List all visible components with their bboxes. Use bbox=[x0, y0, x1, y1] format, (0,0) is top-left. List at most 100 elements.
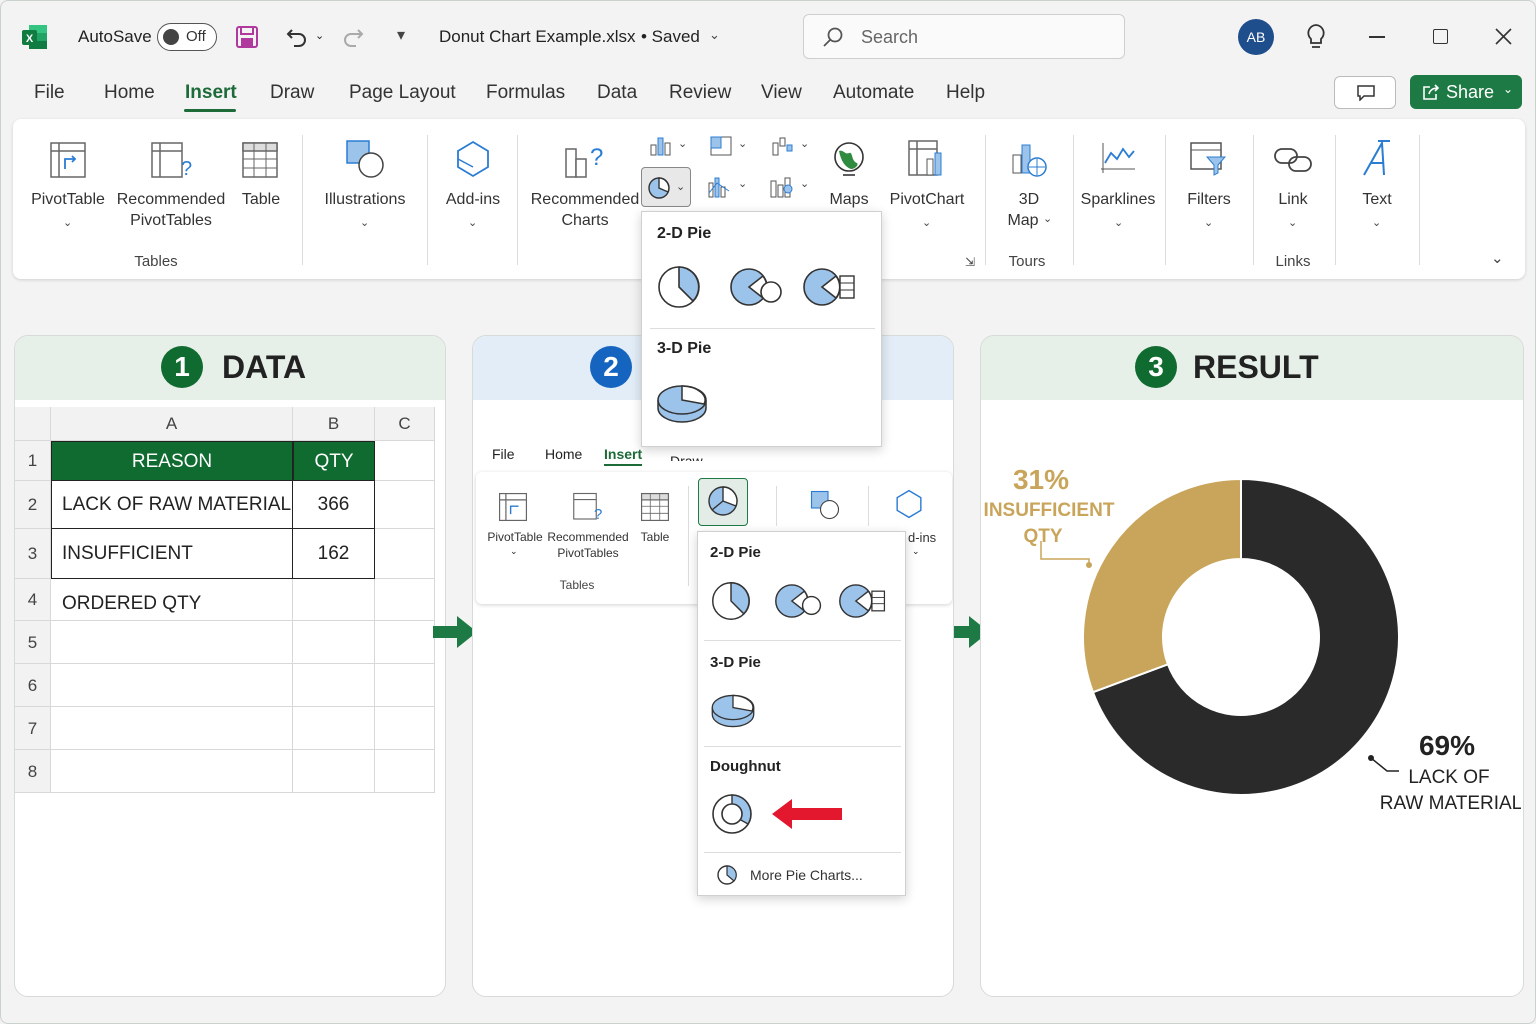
maps-icon[interactable] bbox=[831, 139, 867, 179]
row-header[interactable]: 8 bbox=[15, 750, 51, 793]
grid-cell[interactable] bbox=[375, 529, 435, 579]
pivotchart-chevron-icon[interactable]: ⌄ bbox=[922, 216, 931, 229]
combo-chart-chevron-icon[interactable]: ⌄ bbox=[800, 177, 809, 190]
filters-label[interactable]: Filters bbox=[1179, 191, 1239, 209]
grid-cell[interactable] bbox=[375, 481, 435, 529]
link-label[interactable]: Link bbox=[1269, 191, 1317, 209]
addins-icon[interactable] bbox=[894, 488, 924, 520]
grid-cell[interactable] bbox=[293, 750, 375, 793]
grid-cell[interactable] bbox=[375, 441, 435, 481]
grid-cell[interactable] bbox=[375, 750, 435, 793]
pivottable-label[interactable]: PivotTable bbox=[27, 191, 109, 209]
column-header-b[interactable]: B bbox=[293, 407, 375, 441]
minimize-icon[interactable] bbox=[1369, 36, 1385, 38]
tab-help[interactable]: Help bbox=[946, 82, 985, 104]
text-chevron-icon[interactable]: ⌄ bbox=[1372, 216, 1381, 229]
addins-chevron-icon[interactable]: ⌄ bbox=[468, 216, 477, 229]
charts-dialog-launcher-icon[interactable]: ⇲ bbox=[965, 255, 975, 269]
recommended-pivottables-label-2[interactable]: PivotTables bbox=[113, 212, 229, 230]
select-all-corner[interactable] bbox=[15, 407, 51, 441]
lightbulb-icon[interactable] bbox=[1304, 23, 1328, 51]
3d-map-label-1[interactable]: 3D bbox=[1005, 191, 1053, 209]
grid-cell[interactable] bbox=[51, 579, 293, 621]
header-cell-reason[interactable]: REASON bbox=[51, 441, 293, 481]
pivotchart-label[interactable]: PivotChart bbox=[883, 191, 971, 209]
illustrations-icon[interactable] bbox=[810, 490, 840, 520]
more-pie-charts-link[interactable]: More Pie Charts... bbox=[750, 867, 863, 883]
tab-data[interactable]: Data bbox=[597, 82, 637, 104]
waterfall-chart-icon[interactable] bbox=[771, 135, 795, 157]
grid-cell[interactable] bbox=[293, 621, 375, 664]
grid-cell[interactable] bbox=[375, 621, 435, 664]
row-header[interactable]: 7 bbox=[15, 707, 51, 750]
table-icon[interactable] bbox=[241, 141, 279, 179]
3d-map-icon[interactable] bbox=[1009, 139, 1049, 179]
grid-cell[interactable] bbox=[51, 750, 293, 793]
file-chevron-icon[interactable]: ⌄ bbox=[709, 27, 720, 43]
statistic-chart-chevron-icon[interactable]: ⌄ bbox=[738, 177, 747, 190]
grid-cell[interactable] bbox=[375, 664, 435, 707]
save-icon[interactable] bbox=[235, 25, 259, 49]
waterfall-chart-chevron-icon[interactable]: ⌄ bbox=[800, 137, 809, 150]
column-header-a[interactable]: A bbox=[51, 407, 293, 441]
recommended-charts-label-2[interactable]: Charts bbox=[529, 212, 641, 230]
mini-pivottable-label[interactable]: PivotTable bbox=[480, 530, 550, 544]
addins-icon[interactable] bbox=[454, 139, 492, 179]
row-header[interactable]: 4 bbox=[15, 579, 51, 621]
grid-cell[interactable] bbox=[375, 707, 435, 750]
grid-cell[interactable] bbox=[375, 579, 435, 621]
undo-chevron-icon[interactable]: ⌄ bbox=[315, 29, 324, 42]
grid-cell[interactable] bbox=[293, 707, 375, 750]
3d-map-label-2[interactable]: Map bbox=[1001, 212, 1045, 230]
mini-table-label[interactable]: Table bbox=[632, 530, 678, 544]
pivotchart-icon[interactable] bbox=[907, 139, 947, 179]
sparklines-label[interactable]: Sparklines bbox=[1079, 191, 1157, 209]
pivottable-icon[interactable] bbox=[49, 141, 87, 179]
grid-cell[interactable] bbox=[293, 579, 375, 621]
redo-icon[interactable] bbox=[341, 25, 365, 49]
customize-toolbar-icon[interactable]: ▾ bbox=[397, 25, 405, 45]
column-chart-chevron-icon[interactable]: ⌄ bbox=[678, 137, 687, 150]
mini-recommended-label-2[interactable]: PivotTables bbox=[546, 546, 630, 560]
recommended-pivottables-label-1[interactable]: Recommended bbox=[113, 191, 229, 209]
tab-insert[interactable]: Insert bbox=[185, 82, 237, 104]
addins-label[interactable]: Add-ins bbox=[439, 191, 507, 209]
data-cell-qty[interactable]: 162 bbox=[293, 529, 375, 579]
mini-pie-chart-button[interactable] bbox=[698, 478, 748, 526]
tab-review[interactable]: Review bbox=[669, 82, 731, 104]
table-label[interactable]: Table bbox=[231, 191, 291, 209]
tab-draw[interactable]: Draw bbox=[270, 82, 314, 104]
filters-chevron-icon[interactable]: ⌄ bbox=[1204, 216, 1213, 229]
3d-pie-option-icon[interactable] bbox=[656, 382, 708, 426]
grid-cell[interactable] bbox=[51, 664, 293, 707]
pie-chart-button[interactable]: ⌄ bbox=[641, 167, 691, 207]
text-icon[interactable] bbox=[1358, 139, 1396, 179]
column-chart-icon[interactable] bbox=[649, 135, 673, 157]
mini-addins-chevron-icon[interactable]: ⌄ bbox=[912, 546, 920, 557]
recommended-charts-icon[interactable]: ? bbox=[564, 139, 608, 179]
combo-chart-icon[interactable] bbox=[769, 175, 795, 199]
autosave-toggle[interactable]: Off bbox=[157, 23, 217, 51]
mini-tab-insert[interactable]: Insert bbox=[604, 446, 642, 462]
mini-tab-home[interactable]: Home bbox=[545, 446, 582, 462]
text-label[interactable]: Text bbox=[1351, 191, 1403, 209]
recommended-pivottables-icon[interactable]: ? bbox=[150, 141, 192, 181]
maximize-icon[interactable] bbox=[1433, 29, 1448, 44]
row-header[interactable]: 5 bbox=[15, 621, 51, 664]
doughnut-chart-option-icon[interactable] bbox=[710, 792, 754, 836]
row-header[interactable]: 3 bbox=[15, 529, 51, 579]
recommended-charts-label-1[interactable]: Recommended bbox=[529, 191, 641, 209]
ribbon-collapse-chevron-icon[interactable]: ⌄ bbox=[1491, 249, 1504, 267]
tab-home[interactable]: Home bbox=[104, 82, 155, 104]
tab-formulas[interactable]: Formulas bbox=[486, 82, 565, 104]
pie-chart-option-icon[interactable] bbox=[710, 580, 752, 622]
share-button[interactable]: Share ⌄ bbox=[1410, 75, 1522, 109]
hierarchy-chart-icon[interactable] bbox=[709, 135, 733, 157]
mini-tab-file[interactable]: File bbox=[492, 446, 515, 462]
pivottable-chevron-icon[interactable]: ⌄ bbox=[63, 216, 72, 229]
illustrations-icon[interactable] bbox=[345, 139, 385, 179]
search-box[interactable]: Search bbox=[803, 14, 1125, 59]
data-cell-reason[interactable]: INSUFFICIENT ORDERED QTY bbox=[51, 529, 293, 614]
more-pie-charts-icon[interactable] bbox=[716, 864, 738, 886]
pie-chart-option-icon[interactable] bbox=[656, 264, 702, 310]
